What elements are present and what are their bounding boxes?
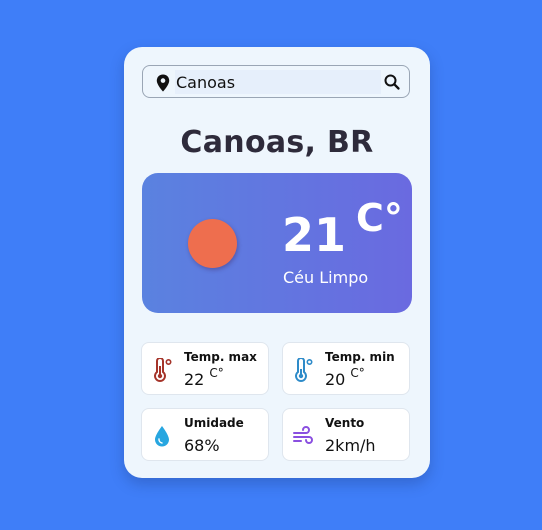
stat-humidity: Umidade 68% bbox=[141, 408, 269, 461]
water-drop-icon bbox=[155, 426, 169, 447]
stat-value: 22 C° bbox=[184, 366, 224, 389]
weather-description: Céu Limpo bbox=[283, 268, 369, 287]
search-input[interactable] bbox=[175, 70, 381, 94]
stat-label: Temp. min bbox=[325, 350, 395, 364]
current-weather-panel: 21 C° Céu Limpo bbox=[142, 173, 412, 313]
search-bar bbox=[142, 65, 410, 98]
current-temperature: 21 C° bbox=[282, 196, 403, 264]
stat-value: 20 C° bbox=[325, 366, 365, 389]
temperature-value: 21 bbox=[282, 208, 347, 262]
temperature-unit: C° bbox=[356, 196, 403, 240]
stat-label: Vento bbox=[325, 416, 365, 430]
stat-value: 2km/h bbox=[325, 436, 376, 455]
stat-temp-max: Temp. max 22 C° bbox=[141, 342, 269, 395]
city-title: Canoas, BR bbox=[180, 125, 374, 160]
stat-wind: Vento 2km/h bbox=[282, 408, 410, 461]
stat-label: Temp. max bbox=[184, 350, 257, 364]
search-icon[interactable] bbox=[383, 73, 401, 91]
stat-temp-min: Temp. min 20 C° bbox=[282, 342, 410, 395]
thermometer-hot-icon bbox=[154, 358, 172, 382]
stat-value: 68% bbox=[184, 436, 220, 455]
stat-label: Umidade bbox=[184, 416, 244, 430]
thermometer-cold-icon bbox=[295, 358, 313, 382]
wind-icon bbox=[293, 426, 313, 444]
weather-card: Canoas, BR 21C° Céu Limpo Temp. max 22C°… bbox=[124, 47, 430, 478]
sun-icon bbox=[188, 219, 237, 268]
location-pin-icon bbox=[156, 74, 170, 92]
